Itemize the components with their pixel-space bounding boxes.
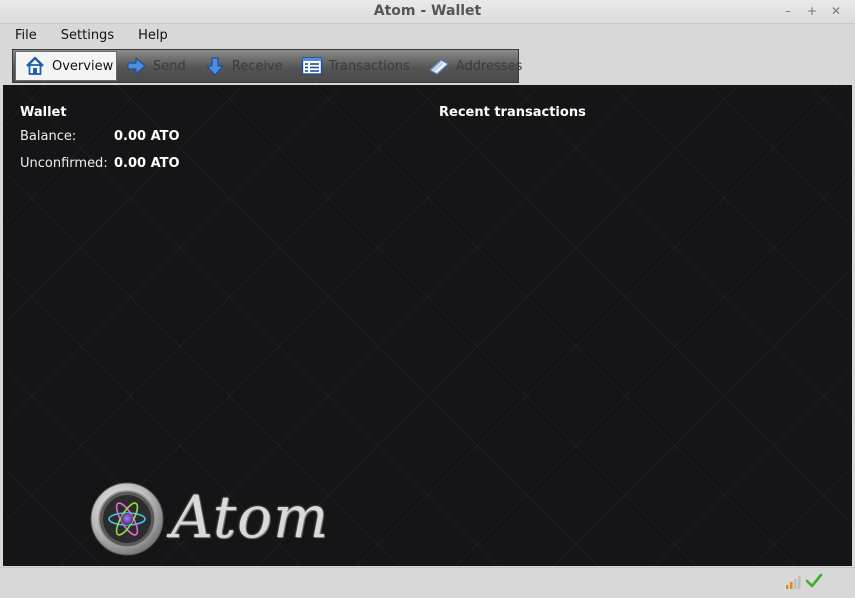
main-toolbar: Overview Send Receive Transactions Addre… [12, 49, 522, 83]
signal-bars-icon[interactable] [785, 575, 801, 593]
recent-transactions-list[interactable] [439, 129, 839, 429]
recent-transactions-title: Recent transactions [439, 105, 586, 120]
title-bar: Atom - Wallet – + ✕ [0, 0, 855, 24]
menu-help[interactable]: Help [129, 28, 177, 43]
balance-label: Balance: [20, 129, 77, 144]
tab-receive[interactable]: Receive [196, 51, 293, 81]
list-icon [301, 55, 323, 77]
tab-receive-label: Receive [231, 58, 283, 74]
minimize-icon[interactable]: – [781, 3, 795, 19]
address-book-icon [428, 55, 450, 77]
unconfirmed-label: Unconfirmed: [20, 156, 108, 171]
menu-settings[interactable]: Settings [52, 28, 123, 43]
brand-logo: Atom [89, 481, 359, 561]
arrow-right-icon [125, 55, 147, 77]
tab-send-label: Send [153, 58, 186, 74]
wallet-title: Wallet [20, 105, 67, 120]
menu-settings-label: Settings [60, 28, 115, 43]
tab-send[interactable]: Send [117, 51, 196, 81]
tab-addresses-label: Addresses [455, 58, 523, 74]
menu-file-label: File [15, 28, 37, 43]
tab-transactions-label: Transactions [328, 58, 410, 74]
unconfirmed-value: 0.00 ATO [114, 156, 180, 171]
arrow-down-icon [204, 55, 226, 77]
tab-addresses[interactable]: Addresses [420, 51, 533, 81]
status-bar [0, 567, 855, 598]
status-icons [785, 573, 823, 593]
window-controls: – + ✕ [781, 3, 843, 19]
maximize-icon[interactable]: + [805, 3, 819, 19]
menu-help-label: Help [138, 28, 168, 43]
tab-transactions[interactable]: Transactions [293, 51, 420, 81]
menu-file[interactable]: File [6, 28, 46, 43]
tab-overview[interactable]: Overview [15, 51, 117, 81]
window-title: Atom - Wallet [373, 3, 482, 19]
home-icon [24, 55, 46, 77]
checkmark-icon[interactable] [805, 573, 823, 593]
atom-coin-icon [90, 482, 164, 556]
close-icon[interactable]: ✕ [829, 3, 843, 19]
overview-panel: Wallet Balance: 0.00 ATO Unconfirmed: 0.… [3, 85, 852, 566]
tab-overview-label: Overview [52, 58, 114, 74]
brand-wordmark: Atom [171, 483, 330, 551]
balance-value: 0.00 ATO [114, 129, 180, 144]
menu-bar: File Settings Help [0, 24, 855, 47]
